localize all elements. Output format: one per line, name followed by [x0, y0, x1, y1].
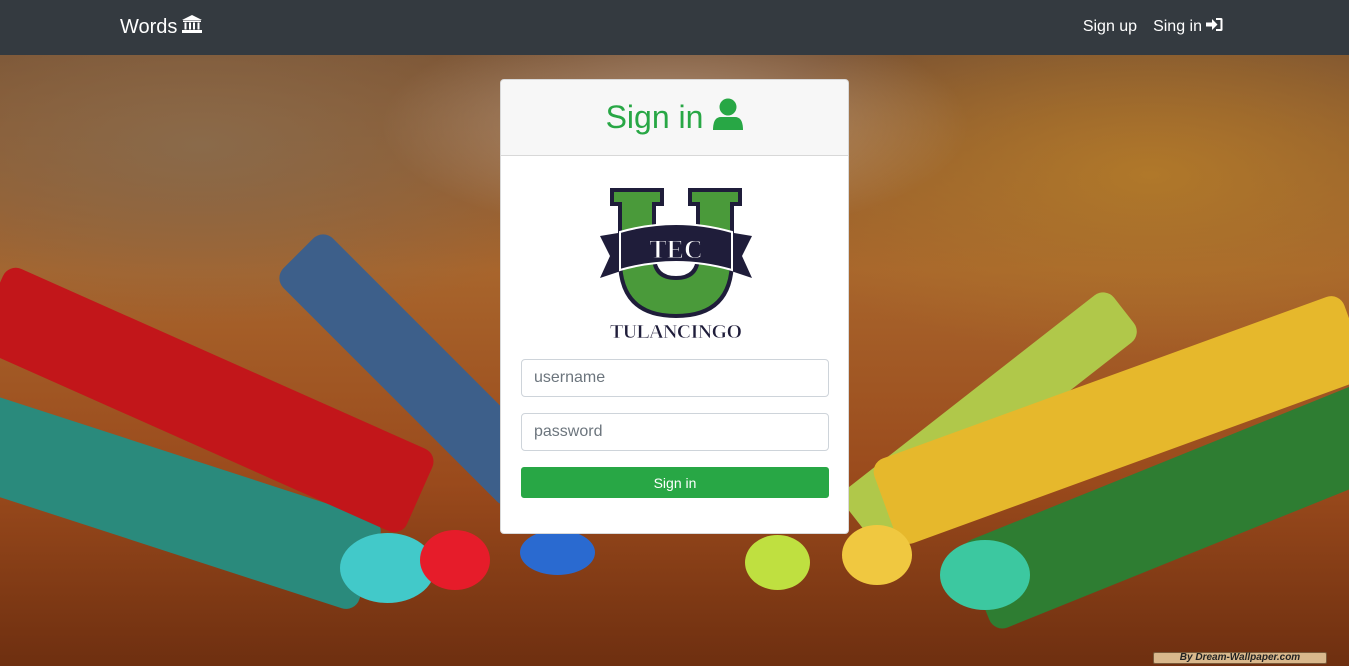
sign-in-card: Sign in TEC TULANCINGO Sign in	[500, 79, 849, 534]
nav-sign-in[interactable]: Sing in	[1153, 17, 1223, 37]
nav-sign-in-label: Sing in	[1153, 18, 1202, 35]
bank-icon	[182, 15, 203, 39]
nav-sign-up-label: Sign up	[1082, 18, 1138, 35]
brand-label: Words	[120, 15, 178, 38]
pencil-lime-tip	[745, 535, 810, 590]
card-title: Sign in	[605, 99, 704, 135]
logo-caption: TULANCINGO	[610, 321, 742, 342]
pencil-red-tip	[420, 530, 490, 590]
school-logo: TEC TULANCINGO	[600, 186, 752, 343]
nav-sign-up[interactable]: Sign up	[1083, 17, 1137, 37]
watermark: By Dream-Wallpaper.com	[1153, 652, 1327, 664]
nav-links: Sign up Sing in	[1083, 17, 1223, 37]
pencil-blue-tip	[520, 530, 595, 575]
pencil-green-tip	[940, 540, 1030, 610]
username-input[interactable]	[521, 359, 829, 397]
navbar: Words Sign up Sing in	[0, 0, 1349, 55]
card-header: Sign in	[501, 80, 848, 156]
pencil-yellow-tip	[842, 525, 912, 585]
brand-link[interactable]: Words	[120, 15, 203, 39]
logo-letters: TEC	[649, 235, 702, 264]
sign-in-button[interactable]: Sign in	[521, 467, 829, 498]
user-icon	[713, 98, 744, 138]
sign-in-icon	[1206, 17, 1223, 37]
password-input[interactable]	[521, 413, 829, 451]
